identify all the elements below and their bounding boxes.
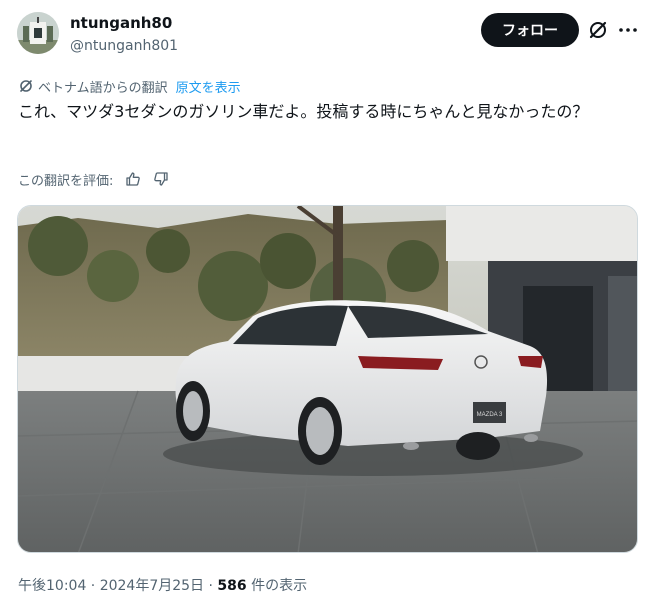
timestamp[interactable]: 午後10:04 · 2024年7月25日 xyxy=(18,578,204,594)
meta-separator: · xyxy=(204,578,218,594)
license-plate-text: MAZDA 3 xyxy=(477,412,503,418)
thumbs-up-icon[interactable] xyxy=(125,171,141,187)
rate-translation-label: この翻訳を評価: xyxy=(18,173,114,189)
translation-notice: ベトナム語からの翻訳 原文を表示 xyxy=(18,77,241,96)
avatar[interactable] xyxy=(17,12,59,54)
more-dots-icon[interactable] xyxy=(618,20,638,40)
translate-icon xyxy=(18,78,34,94)
follow-button[interactable]: フォロー xyxy=(481,13,579,47)
user-handle[interactable]: @ntunganh801 xyxy=(70,36,178,56)
show-original-link[interactable]: 原文を表示 xyxy=(176,77,241,96)
views-label: 件の表示 xyxy=(246,578,308,594)
tweet-text: これ、マツダ3セダンのガソリン車だよ。投稿する時にちゃんと見なかったの？ xyxy=(18,102,589,121)
rate-translation: この翻訳を評価: xyxy=(18,170,169,189)
grok-icon[interactable] xyxy=(587,19,609,41)
thumbs-down-icon[interactable] xyxy=(153,171,169,187)
post: ntunganh80 @ntunganh801 フォロー ベトナム語からの翻訳 … xyxy=(0,0,658,611)
post-media-photo[interactable]: MAZDA 3 xyxy=(17,205,638,553)
views-count: 586 xyxy=(217,578,247,594)
avatar-image xyxy=(17,12,59,54)
car-photo: MAZDA 3 xyxy=(18,206,637,552)
post-meta: 午後10:04 · 2024年7月25日 · 586 件の表示 xyxy=(18,576,307,596)
display-name[interactable]: ntunganh80 xyxy=(70,13,172,33)
translation-source: ベトナム語からの翻訳 xyxy=(38,80,168,96)
